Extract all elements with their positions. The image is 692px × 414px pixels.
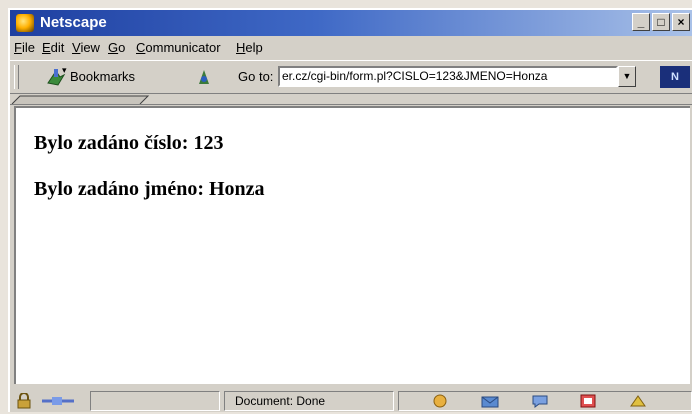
page-content: Bylo zadáno číslo: 123 Bylo zadáno jméno…	[14, 106, 690, 384]
toolbar-grip[interactable]	[14, 65, 19, 89]
status-bar: Document: Done	[10, 388, 692, 414]
result-name-line: Bylo zadáno jméno: Honza	[34, 178, 265, 200]
netscape-logo-icon[interactable]: N	[660, 66, 690, 88]
discussion-icon[interactable]	[530, 393, 550, 409]
result-number-line: Bylo zadáno číslo: 123	[34, 132, 224, 154]
bookmarks-label[interactable]: Bookmarks	[70, 69, 135, 84]
location-toolbar: ▾ Bookmarks Go to: er.cz/cgi-bin/form.pl…	[10, 60, 692, 94]
menu-edit[interactable]: Edit	[42, 40, 64, 55]
connection-icon	[42, 397, 74, 405]
close-button[interactable]: ×	[672, 13, 690, 31]
window-title: Netscape	[40, 14, 107, 31]
composer-icon[interactable]	[578, 393, 598, 409]
aim-icon[interactable]	[628, 393, 648, 409]
toolbar-tab-strip[interactable]	[10, 95, 692, 105]
menu-help[interactable]: Help	[236, 40, 263, 55]
navigator-icon[interactable]	[430, 393, 450, 409]
netscape-icon	[16, 14, 34, 32]
window-controls: _ □ ×	[632, 13, 690, 31]
menu-go[interactable]: Go	[108, 40, 125, 55]
browser-window: Netscape _ □ × File Edit View Go Communi…	[8, 8, 692, 412]
bookmarks-arrow-icon: ▾	[62, 65, 67, 75]
progress-panel	[90, 391, 220, 411]
security-lock-icon[interactable]	[14, 393, 34, 409]
dropdown-arrow-icon[interactable]: ▼	[618, 66, 636, 87]
menu-communicator[interactable]: Communicator	[136, 40, 221, 55]
maximize-button[interactable]: □	[652, 13, 670, 31]
title-bar[interactable]: Netscape _ □ ×	[10, 10, 692, 36]
location-icon[interactable]	[196, 68, 212, 86]
minimize-button[interactable]: _	[632, 13, 650, 31]
url-input[interactable]: er.cz/cgi-bin/form.pl?CISLO=123&JMENO=Ho…	[278, 66, 618, 87]
status-text: Document: Done	[235, 394, 326, 408]
menu-bar: File Edit View Go Communicator Help	[10, 37, 692, 59]
menu-file[interactable]: File	[14, 40, 35, 55]
goto-label: Go to:	[238, 69, 274, 84]
menu-view[interactable]: View	[72, 40, 100, 55]
mail-icon[interactable]	[480, 393, 500, 409]
